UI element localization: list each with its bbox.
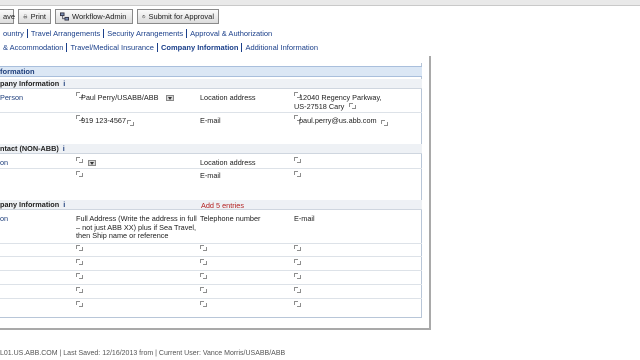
field-marker-icon[interactable] [294, 287, 301, 293]
column-full-address-label: Full Address (Write the address in full … [76, 214, 197, 240]
printer-icon [23, 14, 28, 19]
tab-additional-information[interactable]: Additional Information [242, 43, 321, 52]
column-telephone-label: Telephone number [200, 214, 261, 223]
submit-approval-button[interactable]: Submit for Approval [137, 9, 219, 24]
info-icon[interactable]: i [63, 200, 65, 209]
row-divider [0, 112, 422, 113]
tab-accommodation[interactable]: & Accommodation [0, 42, 68, 52]
form-panel: formation pany Information i Person Paul … [0, 63, 422, 318]
print-button[interactable]: Print [18, 9, 51, 24]
person-value[interactable]: Paul Perry/USABB/ABB [81, 93, 158, 103]
tab-travel-medical-insurance[interactable]: Travel/Medical Insurance [67, 42, 158, 52]
field-marker-icon[interactable] [294, 157, 301, 163]
field-marker-icon[interactable] [76, 171, 83, 177]
field-marker-icon[interactable] [294, 273, 301, 279]
browser-top-strip [0, 0, 640, 6]
info-icon[interactable]: i [63, 79, 65, 88]
power-icon [142, 15, 146, 19]
field-marker-icon[interactable] [76, 301, 83, 307]
workflow-admin-label: Workflow-Admin [72, 12, 127, 21]
email-value[interactable]: paul.perry@us.abb.com [299, 116, 377, 126]
row-divider [0, 284, 422, 285]
field-marker-icon [349, 103, 356, 109]
field-marker-icon[interactable] [294, 245, 301, 251]
company-information-title: pany Information [0, 79, 60, 88]
chevron-down-icon[interactable] [88, 160, 96, 166]
contact-non-abb-title: ntact (NON-ABB) [0, 144, 59, 153]
phone-value[interactable]: 919 123-4567 [81, 116, 126, 126]
field-marker-icon[interactable] [200, 301, 207, 307]
field-marker-icon[interactable] [294, 259, 301, 265]
tab-approval-authorization[interactable]: Approval & Authorization [187, 29, 275, 38]
field-marker-icon[interactable] [76, 245, 83, 251]
field-marker-icon [127, 120, 134, 126]
field-marker-icon[interactable] [76, 287, 83, 293]
field-marker-icon[interactable] [200, 259, 207, 265]
row-divider [0, 168, 422, 169]
info-icon[interactable]: i [63, 144, 65, 153]
tab-row-1: ountry Travel Arrangements Security Arra… [0, 27, 275, 39]
contact-person-label: on [0, 158, 9, 167]
tab-country[interactable]: ountry [0, 28, 28, 38]
field-marker-icon[interactable] [76, 273, 83, 279]
contact-non-abb-subtitle: ntact (NON-ABB) i [0, 144, 422, 154]
field-marker-icon[interactable] [294, 171, 301, 177]
action-toolbar: ave Print Workflow-Admin Submit for Appr… [0, 9, 640, 25]
add-entries-link[interactable]: Add 5 entries [201, 201, 244, 211]
field-marker-icon[interactable] [200, 287, 207, 293]
row-divider [0, 270, 422, 271]
status-bar: L01.US.ABB.COM | Last Saved: 12/16/2013 … [0, 350, 286, 357]
tab-row-2: & Accommodation Travel/Medical Insurance… [0, 41, 321, 53]
location-address-line-2[interactable]: US-27518 Cary [294, 102, 344, 112]
section-title: formation [0, 66, 422, 77]
field-marker-icon[interactable] [76, 259, 83, 265]
workflow-icon [60, 12, 69, 21]
contact-location-label: Location address [200, 158, 256, 167]
chevron-down-icon[interactable] [166, 95, 174, 101]
contact-email-label: E-mail [200, 171, 221, 180]
tab-travel-arrangements[interactable]: Travel Arrangements [28, 28, 105, 38]
field-marker-icon [381, 120, 388, 126]
row-divider [0, 256, 422, 257]
row-divider [0, 243, 422, 244]
tab-security-arrangements[interactable]: Security Arrangements [104, 28, 188, 38]
save-button-label: ave [3, 12, 16, 21]
column-person-label: on [0, 214, 9, 223]
save-button[interactable]: ave [0, 9, 16, 24]
field-marker-icon[interactable] [200, 245, 207, 251]
field-marker-icon[interactable] [200, 273, 207, 279]
person-label: Person [0, 93, 24, 102]
print-button-label: Print [30, 12, 46, 21]
submit-approval-label: Submit for Approval [148, 12, 214, 21]
location-address-label: Location address [200, 93, 256, 102]
tab-company-information[interactable]: Company Information [158, 42, 243, 52]
email-label: E-mail [200, 116, 221, 125]
company-information-subtitle: pany Information i [0, 79, 422, 89]
workflow-admin-button[interactable]: Workflow-Admin [55, 9, 133, 24]
column-email-label: E-mail [294, 214, 315, 223]
row-divider [0, 298, 422, 299]
field-marker-icon [76, 157, 83, 163]
field-marker-icon[interactable] [294, 301, 301, 307]
company-information-2-title: pany Information [0, 200, 60, 209]
